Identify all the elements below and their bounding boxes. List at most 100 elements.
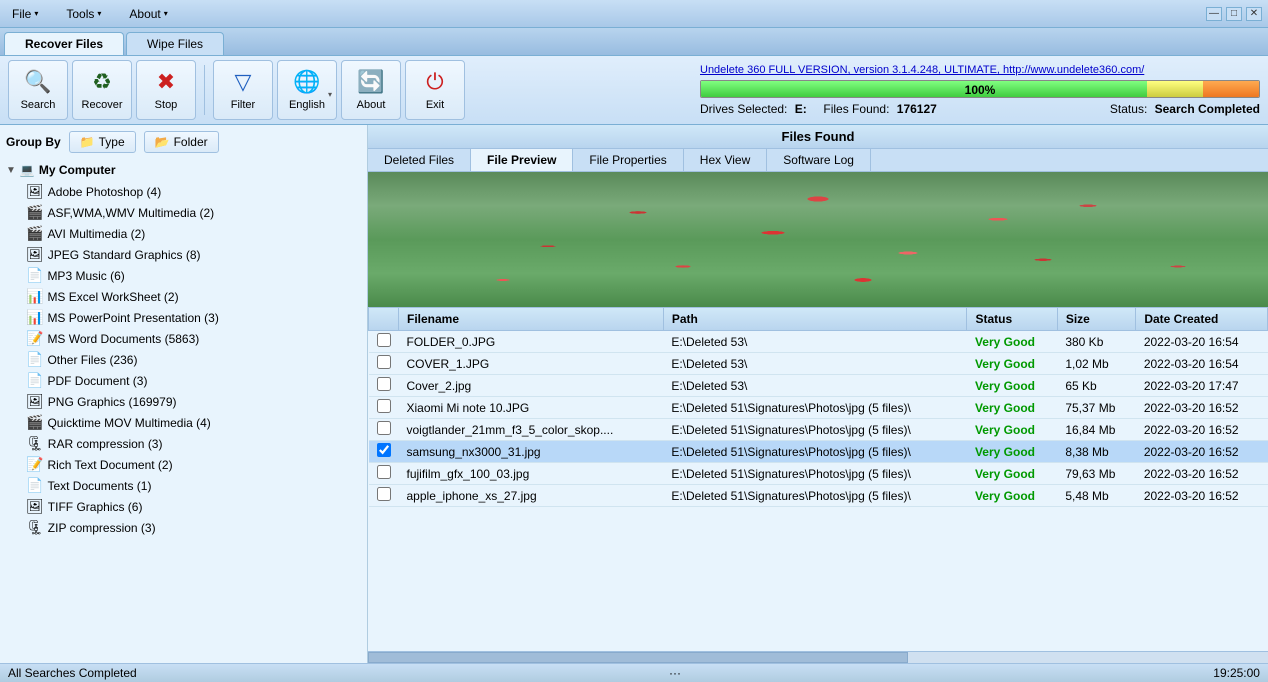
tree-item-10[interactable]: 🖼 PNG Graphics (169979) xyxy=(26,391,361,412)
tree-item-icon-16: 🗜 xyxy=(26,519,44,536)
exit-button[interactable]: ⏻ Exit xyxy=(405,60,465,120)
about-menu[interactable]: About ▾ xyxy=(123,5,173,23)
stop-button[interactable]: ✖ Stop xyxy=(136,60,196,120)
progress-label: 100% xyxy=(701,81,1259,98)
status-bar: All Searches Completed ··· 19:25:00 xyxy=(0,663,1268,682)
cell-path: E:\Deleted 51\Signatures\Photos\jpg (5 f… xyxy=(663,419,967,441)
cell-path: E:\Deleted 51\Signatures\Photos\jpg (5 f… xyxy=(663,485,967,507)
table-row[interactable]: fujifilm_gfx_100_03.jpg E:\Deleted 51\Si… xyxy=(369,463,1268,485)
recover-button[interactable]: ♻ Recover xyxy=(72,60,132,120)
deleted-files-tab[interactable]: Deleted Files xyxy=(368,149,471,171)
col-date[interactable]: Date Created xyxy=(1136,308,1268,331)
tree-item-7[interactable]: 📝 MS Word Documents (5863) xyxy=(26,328,361,349)
tree-item-4[interactable]: 📄 MP3 Music (6) xyxy=(26,265,361,286)
tree-item-15[interactable]: 🖼 TIFF Graphics (6) xyxy=(26,496,361,517)
tree-item-8[interactable]: 📄 Other Files (236) xyxy=(26,349,361,370)
tree-item-icon-9: 📄 xyxy=(26,372,43,389)
tree-children: 🖼 Adobe Photoshop (4) 🎬 ASF,WMA,WMV Mult… xyxy=(6,181,361,538)
maximize-button[interactable]: □ xyxy=(1226,7,1242,21)
drives-info: Drives Selected: E: Files Found: 176127 xyxy=(700,102,937,116)
table-row[interactable]: voigtlander_21mm_f3_5_color_skop.... E:\… xyxy=(369,419,1268,441)
tree-item-3[interactable]: 🖼 JPEG Standard Graphics (8) xyxy=(26,244,361,265)
tree-item-14[interactable]: 📄 Text Documents (1) xyxy=(26,475,361,496)
minimize-button[interactable]: — xyxy=(1206,7,1222,21)
cell-status: Very Good xyxy=(967,397,1057,419)
toolbar-separator-1 xyxy=(204,65,205,115)
table-row[interactable]: FOLDER_0.JPG E:\Deleted 53\ Very Good 38… xyxy=(369,331,1268,353)
group-by-label: Group By xyxy=(6,135,61,149)
filter-button[interactable]: ▽ Filter xyxy=(213,60,273,120)
group-by-type-button[interactable]: 📁 Type xyxy=(69,131,136,153)
tree-item-6[interactable]: 📊 MS PowerPoint Presentation (3) xyxy=(26,307,361,328)
status-info: Status: Search Completed xyxy=(1110,102,1260,116)
table-row[interactable]: COVER_1.JPG E:\Deleted 53\ Very Good 1,0… xyxy=(369,353,1268,375)
undelete-link[interactable]: Undelete 360 FULL VERSION, version 3.1.4… xyxy=(700,64,1260,76)
tools-menu[interactable]: Tools ▾ xyxy=(60,5,107,23)
tree-item-icon-0: 🖼 xyxy=(26,183,44,200)
search-button[interactable]: 🔍 Search xyxy=(8,60,68,120)
software-log-tab[interactable]: Software Log xyxy=(767,149,871,171)
tree-item-icon-12: 🗜 xyxy=(26,435,44,452)
tree-item-0[interactable]: 🖼 Adobe Photoshop (4) xyxy=(26,181,361,202)
cell-date: 2022-03-20 16:54 xyxy=(1136,353,1268,375)
about-menu-arrow: ▾ xyxy=(164,9,168,18)
col-filename[interactable]: Filename xyxy=(399,308,664,331)
sidebar: Group By 📁 Type 📂 Folder ▼ 💻 My Computer… xyxy=(0,125,368,663)
row-checkbox[interactable] xyxy=(377,443,391,457)
col-path[interactable]: Path xyxy=(663,308,967,331)
about-button[interactable]: 🔄 About xyxy=(341,60,401,120)
close-button[interactable]: ✕ xyxy=(1246,7,1262,21)
col-size[interactable]: Size xyxy=(1057,308,1136,331)
toolbar: 🔍 Search ♻ Recover ✖ Stop ▽ Filter 🌐 Eng… xyxy=(0,56,1268,125)
file-table: Filename Path Status Size Date Created F… xyxy=(368,307,1268,507)
table-row[interactable]: samsung_nx3000_31.jpg E:\Deleted 51\Sign… xyxy=(369,441,1268,463)
cell-size: 380 Kb xyxy=(1057,331,1136,353)
cell-status: Very Good xyxy=(967,485,1057,507)
status-time: 19:25:00 xyxy=(1213,666,1260,680)
row-checkbox[interactable] xyxy=(377,333,391,347)
tree-item-1[interactable]: 🎬 ASF,WMA,WMV Multimedia (2) xyxy=(26,202,361,223)
tree-item-16[interactable]: 🗜 ZIP compression (3) xyxy=(26,517,361,538)
tree-item-2[interactable]: 🎬 AVI Multimedia (2) xyxy=(26,223,361,244)
right-panel: Files Found Deleted Files File Preview F… xyxy=(368,125,1268,663)
tree-item-11[interactable]: 🎬 Quicktime MOV Multimedia (4) xyxy=(26,412,361,433)
tree-item-5[interactable]: 📊 MS Excel WorkSheet (2) xyxy=(26,286,361,307)
tree-item-icon-6: 📊 xyxy=(26,309,43,326)
cell-path: E:\Deleted 53\ xyxy=(663,353,967,375)
tree-item-9[interactable]: 📄 PDF Document (3) xyxy=(26,370,361,391)
tree-item-13[interactable]: 📝 Rich Text Document (2) xyxy=(26,454,361,475)
main-tab-bar: Recover Files Wipe Files xyxy=(0,28,1268,56)
tree-item-icon-3: 🖼 xyxy=(26,246,44,263)
table-row[interactable]: Cover_2.jpg E:\Deleted 53\ Very Good 65 … xyxy=(369,375,1268,397)
tree-root[interactable]: ▼ 💻 My Computer xyxy=(6,161,361,179)
hex-view-tab[interactable]: Hex View xyxy=(684,149,767,171)
row-checkbox[interactable] xyxy=(377,399,391,413)
tree-item-12[interactable]: 🗜 RAR compression (3) xyxy=(26,433,361,454)
horizontal-scrollbar[interactable] xyxy=(368,651,1268,663)
cell-size: 8,38 Mb xyxy=(1057,441,1136,463)
recover-files-tab[interactable]: Recover Files xyxy=(4,32,124,55)
row-checkbox[interactable] xyxy=(377,421,391,435)
row-checkbox[interactable] xyxy=(377,377,391,391)
title-bar: File ▾ Tools ▾ About ▾ — □ ✕ xyxy=(0,0,1268,28)
file-properties-tab[interactable]: File Properties xyxy=(573,149,683,171)
group-by-folder-button[interactable]: 📂 Folder xyxy=(144,131,219,153)
status-dots: ··· xyxy=(669,666,681,680)
cell-filename: Xiaomi Mi note 10.JPG xyxy=(399,397,664,419)
col-status[interactable]: Status xyxy=(967,308,1057,331)
wipe-files-tab[interactable]: Wipe Files xyxy=(126,32,224,55)
table-row[interactable]: Xiaomi Mi note 10.JPG E:\Deleted 51\Sign… xyxy=(369,397,1268,419)
row-checkbox[interactable] xyxy=(377,465,391,479)
file-preview-tab[interactable]: File Preview xyxy=(471,149,573,171)
filter-icon: ▽ xyxy=(235,69,252,95)
language-button[interactable]: 🌐 English ▾ xyxy=(277,60,337,120)
file-menu[interactable]: File ▾ xyxy=(6,5,44,23)
scrollbar-thumb[interactable] xyxy=(368,652,908,663)
menu-bar: File ▾ Tools ▾ About ▾ xyxy=(6,5,174,23)
main-content: Group By 📁 Type 📂 Folder ▼ 💻 My Computer… xyxy=(0,125,1268,663)
file-table-wrapper[interactable]: Filename Path Status Size Date Created F… xyxy=(368,307,1268,651)
row-checkbox[interactable] xyxy=(377,487,391,501)
cell-path: E:\Deleted 53\ xyxy=(663,331,967,353)
row-checkbox[interactable] xyxy=(377,355,391,369)
table-row[interactable]: apple_iphone_xs_27.jpg E:\Deleted 51\Sig… xyxy=(369,485,1268,507)
